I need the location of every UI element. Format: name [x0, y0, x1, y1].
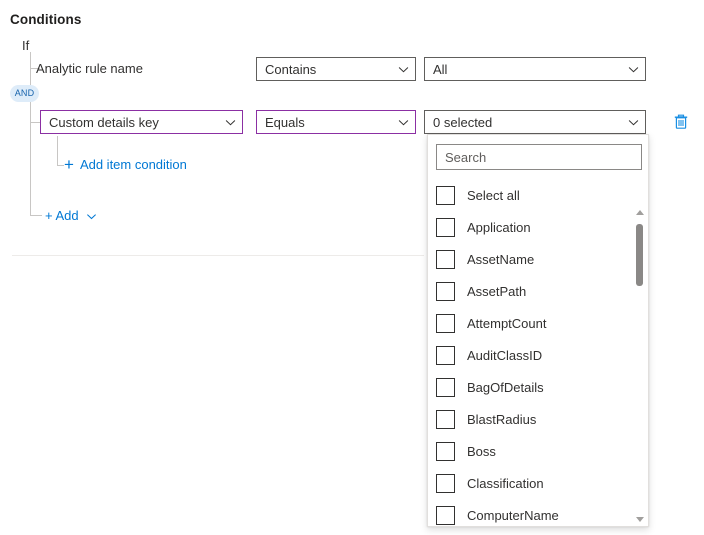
dropdown-search-input[interactable] — [436, 144, 642, 170]
dropdown-option-select-all[interactable]: Select all — [428, 179, 649, 211]
dropdown-scrollbar-thumb[interactable] — [636, 224, 643, 286]
tree-trunk-line — [30, 52, 31, 216]
chevron-down-icon — [398, 64, 409, 75]
dropdown-option-label: AssetPath — [467, 284, 526, 299]
tree-stub-row-2 — [30, 122, 40, 123]
checkbox-icon[interactable] — [436, 410, 455, 429]
dropdown-option-label: Select all — [467, 188, 520, 203]
checkbox-icon[interactable] — [436, 378, 455, 397]
checkbox-icon[interactable] — [436, 474, 455, 493]
dropdown-option-label: AssetName — [467, 252, 534, 267]
plus-icon: + — [64, 158, 74, 172]
dropdown-scrollbar[interactable] — [632, 205, 647, 527]
tree-sub-trunk-line — [57, 136, 58, 165]
dropdown-option-item[interactable]: ComputerName — [428, 499, 649, 527]
value-select-row-1-value: All — [433, 62, 622, 77]
dropdown-option-label: AttemptCount — [467, 316, 547, 331]
value-select-row-2[interactable]: 0 selected — [424, 110, 646, 134]
dropdown-option-item[interactable]: BlastRadius — [428, 403, 649, 435]
checkbox-icon[interactable] — [436, 314, 455, 333]
dropdown-option-item[interactable]: BagOfDetails — [428, 371, 649, 403]
page-title: Conditions — [10, 12, 82, 27]
dropdown-option-item[interactable]: AssetName — [428, 243, 649, 275]
if-label: If — [22, 38, 29, 53]
checkbox-icon[interactable] — [436, 250, 455, 269]
checkbox-icon[interactable] — [436, 506, 455, 525]
checkbox-icon[interactable] — [436, 186, 455, 205]
dropdown-option-item[interactable]: Application — [428, 211, 649, 243]
add-condition-link[interactable]: + Add — [45, 208, 97, 223]
dropdown-option-label: AuditClassID — [467, 348, 542, 363]
delete-condition-button[interactable] — [671, 112, 691, 132]
operator-select-row-2-value: Equals — [265, 115, 392, 130]
value-select-row-2-value: 0 selected — [433, 115, 622, 130]
add-condition-label: + Add — [45, 208, 79, 223]
checkbox-icon[interactable] — [436, 442, 455, 461]
field-select-row-2[interactable]: Custom details key — [40, 110, 243, 134]
section-divider — [12, 255, 424, 256]
multiselect-dropdown-panel: Select all Application AssetName AssetPa… — [427, 134, 649, 527]
and-operator-badge: AND — [10, 85, 39, 102]
trash-icon — [671, 112, 691, 132]
dropdown-option-item[interactable]: AssetPath — [428, 275, 649, 307]
chevron-down-icon — [86, 210, 97, 221]
dropdown-option-label: BagOfDetails — [467, 380, 544, 395]
condition-field-label-analytic-rule-name: Analytic rule name — [36, 61, 143, 76]
checkbox-icon[interactable] — [436, 218, 455, 237]
checkbox-icon[interactable] — [436, 282, 455, 301]
field-select-row-2-value: Custom details key — [49, 115, 219, 130]
add-item-condition-label: Add item condition — [80, 157, 187, 172]
dropdown-option-list[interactable]: Select all Application AssetName AssetPa… — [428, 179, 649, 526]
dropdown-option-item[interactable]: AuditClassID — [428, 339, 649, 371]
chevron-down-icon — [398, 117, 409, 128]
chevron-down-icon — [225, 117, 236, 128]
dropdown-option-label: ComputerName — [467, 508, 559, 523]
add-item-condition-link[interactable]: + Add item condition — [64, 157, 187, 172]
chevron-down-icon — [628, 64, 639, 75]
dropdown-option-label: Boss — [467, 444, 496, 459]
tree-sub-stub — [57, 165, 64, 166]
dropdown-option-item[interactable]: Boss — [428, 435, 649, 467]
operator-select-row-2[interactable]: Equals — [256, 110, 416, 134]
dropdown-option-item[interactable]: AttemptCount — [428, 307, 649, 339]
dropdown-option-label: Classification — [467, 476, 544, 491]
value-select-row-1[interactable]: All — [424, 57, 646, 81]
dropdown-option-label: Application — [467, 220, 531, 235]
tree-stub-add — [30, 215, 42, 216]
chevron-down-icon — [628, 117, 639, 128]
checkbox-icon[interactable] — [436, 346, 455, 365]
operator-select-row-1[interactable]: Contains — [256, 57, 416, 81]
scroll-down-arrow-icon[interactable] — [632, 512, 647, 527]
dropdown-option-item[interactable]: Classification — [428, 467, 649, 499]
operator-select-row-1-value: Contains — [265, 62, 392, 77]
scroll-up-arrow-icon[interactable] — [632, 205, 647, 220]
dropdown-option-label: BlastRadius — [467, 412, 536, 427]
